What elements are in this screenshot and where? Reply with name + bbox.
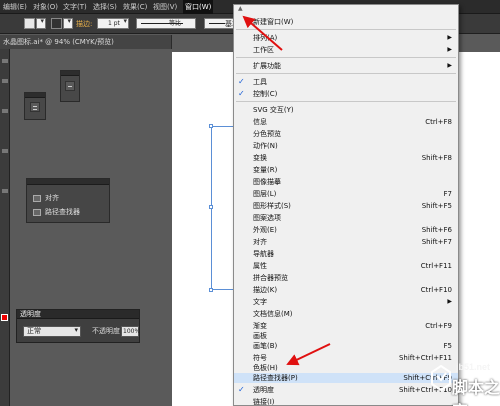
watermark-url: jb51.net — [456, 362, 491, 372]
annotation-arrows — [242, 15, 331, 366]
arrow-to-window-menu — [242, 15, 283, 51]
watermark-name: 脚本之家 — [452, 378, 500, 406]
arrow-to-pathfinder — [286, 343, 331, 366]
watermark-logo-icon — [431, 364, 451, 392]
watermark: jb51.net 脚本之家 — [420, 360, 500, 406]
